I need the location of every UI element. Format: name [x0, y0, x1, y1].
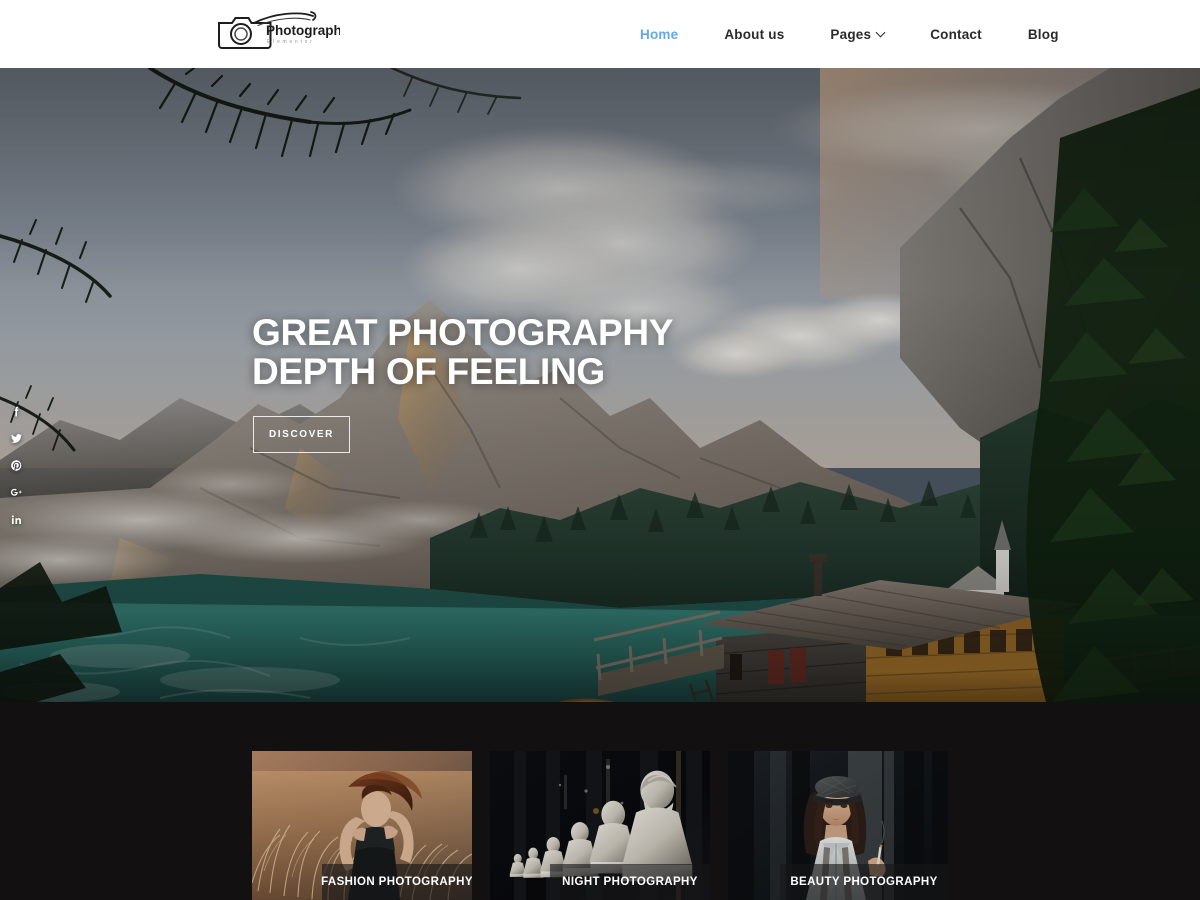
nav-pages[interactable]: Pages — [830, 27, 884, 42]
hero-section: GREAT PHOTOGRAPHY DEPTH OF FEELING DISCO… — [0, 68, 1200, 702]
gallery-caption-fashion: FASHION PHOTOGRAPHY — [321, 864, 472, 900]
google-plus-icon — [10, 488, 22, 496]
nav-home[interactable]: Home — [640, 27, 678, 42]
social-links — [6, 402, 26, 528]
nav-blog[interactable]: Blog — [1028, 27, 1059, 42]
discover-button[interactable]: DISCOVER — [253, 416, 350, 453]
gallery-section: FASHION PHOTOGRAPHY NIGHT PHOTOGRAPHY BE… — [0, 702, 1200, 900]
logo-primary-text: Photography — [266, 23, 340, 38]
linkedin-icon — [11, 514, 21, 524]
social-facebook[interactable] — [7, 402, 25, 420]
nav-pages-label: Pages — [830, 26, 872, 42]
nav-home-label: Home — [640, 26, 679, 42]
nav-about-us-label: About us — [724, 26, 785, 42]
social-google-plus[interactable] — [7, 483, 25, 501]
nav-about-us[interactable]: About us — [724, 27, 784, 42]
gallery-caption-beauty: BEAUTY PHOTOGRAPHY — [780, 864, 948, 900]
gallery-card-fashion[interactable]: FASHION PHOTOGRAPHY — [252, 751, 472, 900]
pinterest-icon — [10, 459, 21, 471]
site-header: Photography Elementor Home About us Page… — [0, 0, 1200, 68]
gallery-grid: FASHION PHOTOGRAPHY NIGHT PHOTOGRAPHY BE… — [252, 751, 948, 900]
main-navigation: Home About us Pages Contact Blog — [640, 0, 1059, 68]
nav-contact[interactable]: Contact — [930, 27, 982, 42]
chevron-down-icon — [877, 29, 884, 36]
camera-icon: Photography Elementor — [218, 11, 350, 49]
gallery-card-beauty[interactable]: BEAUTY PHOTOGRAPHY — [728, 751, 948, 900]
logo-secondary-text: Elementor — [267, 39, 315, 45]
social-twitter[interactable] — [7, 429, 25, 447]
nav-blog-label: Blog — [1027, 26, 1059, 42]
gallery-caption-night: NIGHT PHOTOGRAPHY — [550, 864, 710, 900]
photography-elementor-logo[interactable]: Photography Elementor — [215, 10, 350, 56]
social-linkedin[interactable] — [7, 510, 25, 528]
gallery-card-night[interactable]: NIGHT PHOTOGRAPHY — [490, 751, 710, 900]
nav-contact-label: Contact — [930, 26, 982, 42]
social-pinterest[interactable] — [7, 456, 25, 474]
facebook-icon — [14, 406, 18, 416]
hero-title: GREAT PHOTOGRAPHY DEPTH OF FEELING — [252, 312, 674, 392]
twitter-icon — [10, 433, 22, 443]
